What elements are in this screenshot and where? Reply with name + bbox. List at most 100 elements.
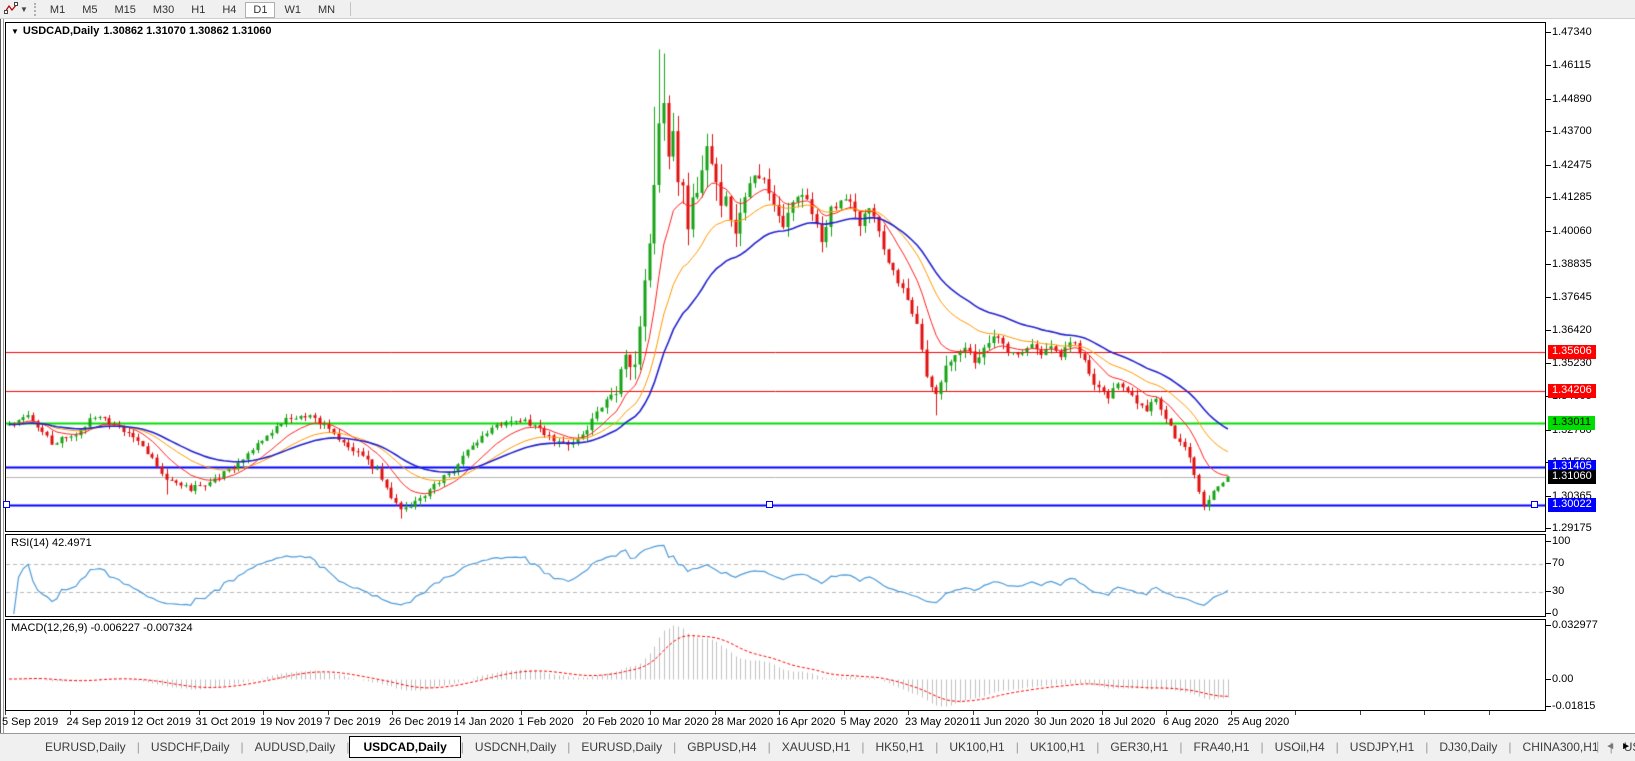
macd-axis-tick: 0.032977 (1546, 619, 1598, 631)
date-axis-tick (1101, 711, 1103, 715)
price-axis-tick: 1.43700 (1546, 125, 1592, 138)
window-left-border (0, 19, 4, 761)
date-axis-label: 26 Dec 2019 (389, 716, 452, 728)
chart-tab-eurusd-daily[interactable]: EURUSD,Daily (570, 736, 673, 758)
macd-axis-tick: -0.01815 (1545, 700, 1596, 712)
current-price-label: 1.31060 (1548, 469, 1596, 484)
chart-tab-usdchf-daily[interactable]: USDCHF,Daily (140, 736, 241, 758)
chart-title: ▼ USDCAD,Daily 1.30862 1.31070 1.30862 1… (11, 25, 272, 37)
mt4-window: ▼ M1 M5 M15 M30 H1 H4 D1 W1 MN ▼ USDCAD,Daily 1.… (0, 0, 1635, 761)
date-axis-tick (392, 711, 393, 715)
date-axis-tick (1166, 711, 1167, 715)
rsi-axis-tick: 30 (1545, 585, 1565, 598)
date-axis-tick (972, 711, 974, 715)
date-axis-label: 14 Jan 2020 (453, 716, 515, 728)
date-axis-tick (1230, 711, 1232, 715)
timeframe-m15[interactable]: M15 (106, 2, 143, 18)
chart-tab-usoil-h4[interactable]: USOil,H4 (1264, 736, 1336, 758)
date-axis-label: 31 Oct 2019 (195, 716, 256, 728)
rsi-axis-tick: 70 (1545, 556, 1565, 569)
price-axis-tick: 1.29175 (1546, 521, 1592, 534)
date-axis-label: 25 Aug 2020 (1227, 716, 1290, 728)
timeframe-m1[interactable]: M1 (42, 2, 73, 18)
line-studies-icon[interactable] (3, 2, 19, 17)
chart-tab-usdjpy-h1[interactable]: USDJPY,H1 (1339, 736, 1425, 758)
price-axis-tick: 1.44890 (1546, 92, 1592, 105)
timeframe-m30[interactable]: M30 (145, 2, 182, 18)
date-axis-tick (327, 711, 329, 715)
chart-tab-fra40-h1[interactable]: FRA40,H1 (1182, 736, 1260, 758)
macd-label: MACD(12,26,9) -0.006227 -0.007324 (11, 622, 193, 634)
chart-tab-hk50-h1[interactable]: HK50,H1 (865, 736, 936, 758)
date-axis-label: 7 Dec 2019 (324, 716, 381, 728)
date-axis-tick (1037, 711, 1038, 715)
hline-selection-handle[interactable] (766, 500, 773, 508)
date-axis-label: 12 Oct 2019 (131, 716, 191, 728)
date-axis-tick (5, 711, 6, 715)
toolbar-grip[interactable] (33, 2, 36, 16)
date-axis-label: 5 Sep 2019 (2, 716, 59, 728)
chart-tab-usdcnh-daily[interactable]: USDCNH,Daily (464, 736, 567, 758)
chevron-down-icon[interactable]: ▼ (20, 5, 28, 14)
date-axis-tick (585, 711, 587, 715)
date-axis-tick (263, 711, 264, 715)
chart-tab-uk100-h1[interactable]: UK100,H1 (1019, 736, 1096, 758)
date-axis-label: 5 May 2020 (840, 716, 898, 728)
chart-tab-usdcad-daily[interactable]: USDCAD,Daily (349, 735, 461, 758)
chart-tab-bar: EURUSD,Daily | USDCHF,Daily | AUDUSD,Daily | U… (0, 733, 1635, 759)
timeframe-w1[interactable]: W1 (276, 2, 309, 18)
chart-symbol-period: USDCAD,Daily (22, 25, 100, 37)
date-axis-tick (779, 711, 780, 715)
date-axis-label: 16 Apr 2020 (776, 716, 836, 728)
timeframe-buttons: M1 M5 M15 M30 H1 H4 D1 W1 MN (42, 0, 344, 18)
date-axis-tick (843, 711, 845, 715)
macd-panel[interactable]: MACD(12,26,9) -0.006227 -0.007324 (5, 619, 1546, 711)
tab-scroll-left-icon[interactable]: ◄ (1605, 741, 1615, 752)
price-axis-tick: 1.42475 (1546, 158, 1592, 171)
price-line-label: 1.34206 (1548, 383, 1596, 398)
price-chart-canvas[interactable] (6, 23, 1545, 531)
timeframe-h1[interactable]: H1 (183, 2, 213, 18)
chart-tab-eurusd-daily[interactable]: EURUSD,Daily (34, 736, 137, 758)
chart-menu-caret-icon[interactable]: ▼ (11, 27, 19, 36)
timeframe-toolbar: ▼ M1 M5 M15 M30 H1 H4 D1 W1 MN (0, 0, 1635, 19)
hline-selection-handle[interactable] (1531, 500, 1538, 508)
macd-canvas[interactable] (6, 620, 1545, 710)
date-axis-label: 28 Mar 2020 (711, 716, 774, 728)
tab-scroll-right-icon[interactable]: ► (1621, 741, 1631, 752)
price-line-label: 1.35606 (1548, 345, 1596, 360)
tab-divider: | (1596, 739, 1600, 753)
hline-selection-handle[interactable] (3, 500, 10, 508)
date-axis-tick (456, 711, 458, 715)
timeframe-d1[interactable]: D1 (245, 2, 276, 18)
chart-tab-uk100-h1[interactable]: UK100,H1 (938, 736, 1015, 758)
rsi-panel[interactable]: RSI(14) 42.4971 (5, 534, 1546, 617)
price-axis-tick: 1.37645 (1546, 290, 1592, 303)
chart-tab-china300-h1[interactable]: CHINA300,H1 (1512, 736, 1610, 758)
price-axis-tick: 1.36420 (1546, 324, 1592, 337)
timeframe-m5[interactable]: M5 (74, 2, 105, 18)
rsi-canvas[interactable] (6, 535, 1545, 616)
chart-tab-dj30-daily[interactable]: DJ30,Daily (1428, 736, 1508, 758)
timeframe-h4[interactable]: H4 (214, 2, 244, 18)
chart-tab-audusd-daily[interactable]: AUDUSD,Daily (244, 736, 347, 758)
date-axis-tick (1295, 711, 1296, 715)
chart-tab-ger30-h1[interactable]: GER30,H1 (1099, 736, 1179, 758)
toolbar-divider (350, 2, 352, 16)
date-axis-label: 18 Jul 2020 (1098, 716, 1156, 728)
timeframe-mn[interactable]: MN (310, 2, 343, 18)
date-axis-tick (908, 711, 909, 715)
chart-tab-xauusd-h1[interactable]: XAUUSD,H1 (771, 736, 862, 758)
main-chart-panel[interactable]: ▼ USDCAD,Daily 1.30862 1.31070 1.30862 1… (5, 22, 1546, 532)
rsi-axis-tick: 0 (1545, 607, 1559, 619)
date-axis-label: 24 Sep 2019 (66, 716, 129, 728)
price-axis-tick: 1.40060 (1546, 224, 1592, 237)
date-axis-label: 20 Feb 2020 (582, 716, 645, 728)
date-axis-tick (69, 711, 71, 715)
date-axis-tick (650, 711, 651, 715)
date-axis-tick (714, 711, 716, 715)
price-axis-tick: 1.47340 (1546, 26, 1592, 38)
date-axis-tick (134, 711, 135, 715)
date-axis-label: 6 Aug 2020 (1163, 716, 1219, 728)
chart-tab-gbpusd-h4[interactable]: GBPUSD,H4 (676, 736, 767, 758)
